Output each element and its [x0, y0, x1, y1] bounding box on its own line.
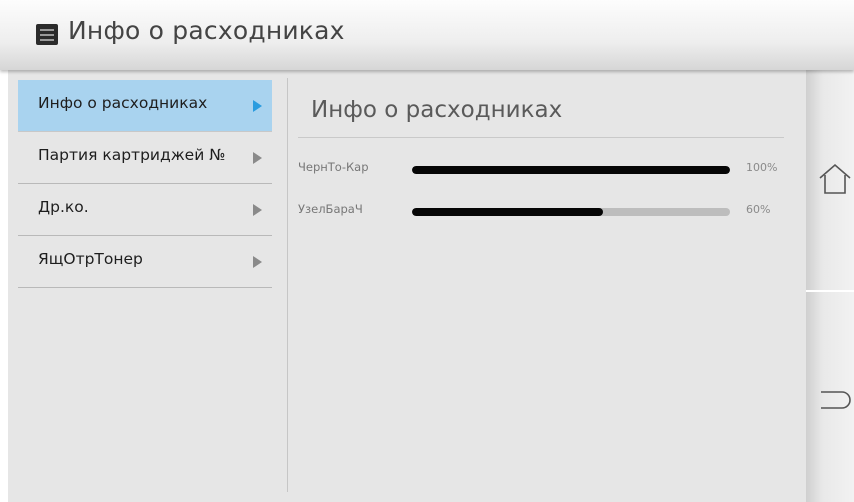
- right-nav: [806, 70, 854, 502]
- title-bar: Инфо о расходниках: [0, 0, 854, 70]
- consumable-row-black-toner: ЧернТо-Кар 100%: [298, 160, 798, 180]
- back-icon: [821, 391, 851, 409]
- chevron-right-icon: [253, 204, 262, 216]
- content-title: Инфо о расходниках: [311, 97, 563, 123]
- sidebar: Инфо о расходниках Партия картриджей № Д…: [18, 80, 272, 500]
- home-icon: [819, 163, 851, 194]
- consumable-label: ЧернТо-Кар: [298, 160, 369, 174]
- content-divider: [298, 137, 784, 138]
- sidebar-item-waste-toner-box[interactable]: ЯщОтрТонер: [18, 236, 272, 288]
- sidebar-item-cartridge-lot[interactable]: Партия картриджей №: [18, 132, 272, 184]
- sidebar-item-label: Др.ко.: [38, 198, 89, 216]
- main-panel: Инфо о расходниках Партия картриджей № Д…: [8, 70, 806, 502]
- page-title: Инфо о расходниках: [68, 16, 345, 45]
- home-button[interactable]: [806, 70, 854, 292]
- sidebar-item-label: Партия картриджей №: [38, 146, 226, 164]
- sidebar-item-label: ЯщОтрТонер: [38, 250, 143, 268]
- sidebar-item-consumables-info[interactable]: Инфо о расходниках: [18, 80, 272, 132]
- menu-icon[interactable]: [36, 24, 58, 45]
- level-bar: [412, 208, 730, 216]
- consumable-label: УзелБараЧ: [298, 202, 363, 216]
- level-bar: [412, 166, 730, 174]
- back-button[interactable]: [806, 292, 854, 502]
- level-bar-fill: [412, 208, 603, 216]
- sidebar-item-label: Инфо о расходниках: [38, 94, 208, 112]
- level-percent: 60%: [746, 203, 771, 216]
- level-bar-fill: [412, 166, 730, 174]
- chevron-right-icon: [253, 100, 262, 112]
- level-percent: 100%: [746, 161, 778, 174]
- sidebar-item-other[interactable]: Др.ко.: [18, 184, 272, 236]
- chevron-right-icon: [253, 256, 262, 268]
- consumable-row-drum-unit: УзелБараЧ 60%: [298, 202, 798, 222]
- chevron-right-icon: [253, 152, 262, 164]
- vertical-divider: [287, 78, 288, 492]
